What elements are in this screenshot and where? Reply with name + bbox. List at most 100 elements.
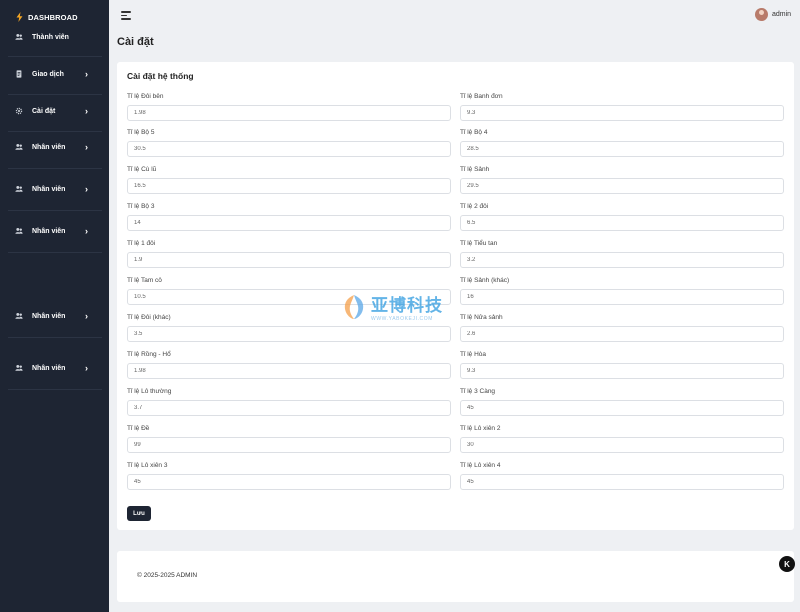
brand-label: DASHBROAD xyxy=(28,12,78,22)
user-menu[interactable]: admin xyxy=(755,8,791,21)
settings-card: Cài đặt hệ thống Tỉ lệ Đôi bên Tỉ lệ Ban… xyxy=(117,62,794,530)
users-icon xyxy=(15,364,23,372)
field-input[interactable] xyxy=(460,178,784,194)
field-input[interactable] xyxy=(127,437,451,453)
page-title: Cài đặt xyxy=(117,36,154,48)
field-label: Tỉ lệ Bộ 5 xyxy=(127,129,155,136)
chevron-right-icon: › xyxy=(85,183,88,194)
chevron-right-icon: › xyxy=(85,362,88,373)
card-title: Cài đặt hệ thống xyxy=(127,71,194,81)
footer: © 2025-2025 ADMIN xyxy=(117,551,794,602)
sidebar-item-staff[interactable]: Nhân viên › xyxy=(0,226,109,236)
brand[interactable]: DASHBROAD xyxy=(16,12,78,22)
sidebar-item-label: Thành viên xyxy=(32,33,69,41)
field-input[interactable] xyxy=(460,326,784,342)
sidebar-divider xyxy=(8,94,102,95)
field-input[interactable] xyxy=(127,141,451,157)
field-label: Tỉ lệ 3 Càng xyxy=(460,388,496,395)
field-input[interactable] xyxy=(460,141,784,157)
users-icon xyxy=(15,33,23,41)
field-input[interactable] xyxy=(460,252,784,268)
field-label: Tỉ lệ Lô xiên 4 xyxy=(460,462,501,469)
gear-icon xyxy=(15,107,23,115)
footer-copyright: © 2025-2025 ADMIN xyxy=(137,572,198,579)
topbar xyxy=(109,0,800,32)
sidebar-divider xyxy=(8,56,102,57)
field-label: Tỉ lệ Rồng - Hổ xyxy=(127,351,171,358)
sidebar-item-settings[interactable]: Cài đặt › xyxy=(0,106,109,116)
field-input[interactable] xyxy=(460,363,784,379)
sidebar-item-label: Nhân viên xyxy=(32,143,66,151)
users-icon xyxy=(15,312,23,320)
users-icon xyxy=(15,143,23,151)
field-label: Tỉ lệ Nửa sảnh xyxy=(460,314,503,321)
avatar xyxy=(755,8,768,21)
sidebar-item-label: Nhân viên xyxy=(32,312,66,320)
watermark-cn: 亚博科技 xyxy=(371,296,443,315)
sidebar-item-staff[interactable]: Nhân viên › xyxy=(0,311,109,321)
field-label: Tỉ lệ Đôi (khác) xyxy=(127,314,171,321)
field-label: Tỉ lệ Hòa xyxy=(460,351,487,358)
field-input[interactable] xyxy=(460,400,784,416)
sidebar-item-staff[interactable]: Nhân viên › xyxy=(0,363,109,373)
chevron-right-icon: › xyxy=(85,225,88,236)
field-label: Tỉ lệ Đôi bên xyxy=(127,93,164,100)
field-label: Tỉ lệ Bộ 4 xyxy=(460,129,488,136)
field-label: Tỉ lệ Banh đơn xyxy=(460,93,503,100)
sidebar-item-label: Nhân viên xyxy=(32,185,66,193)
field-input[interactable] xyxy=(127,474,451,490)
chevron-right-icon: › xyxy=(85,141,88,152)
sidebar-divider xyxy=(8,210,102,211)
chevron-right-icon: › xyxy=(85,105,88,116)
field-input[interactable] xyxy=(127,252,451,268)
sidebar-item-staff[interactable]: Nhân viên › xyxy=(0,142,109,152)
sidebar-divider xyxy=(8,389,102,390)
sidebar-divider xyxy=(8,252,102,253)
field-input[interactable] xyxy=(127,105,451,121)
field-label: Tỉ lệ Tiểu tan xyxy=(460,240,498,247)
save-button[interactable]: Lưu xyxy=(127,506,151,521)
watermark-logo-icon xyxy=(344,294,364,319)
field-label: Tỉ lệ 2 đôi xyxy=(460,203,489,210)
users-icon xyxy=(15,227,23,235)
field-label: Tỉ lệ Đề xyxy=(127,425,150,432)
field-label: Tỉ lệ Lô thường xyxy=(127,388,172,395)
field-label: Tỉ lệ Bộ 3 xyxy=(127,203,155,210)
field-input[interactable] xyxy=(460,437,784,453)
sidebar-divider xyxy=(8,168,102,169)
field-label: Tỉ lệ Sảnh (khác) xyxy=(460,277,510,284)
field-input[interactable] xyxy=(127,363,451,379)
field-label: Tỉ lệ Tam cô xyxy=(127,277,162,284)
chevron-right-icon: › xyxy=(85,68,88,79)
field-input[interactable] xyxy=(460,474,784,490)
field-input[interactable] xyxy=(127,326,451,342)
sidebar-item-label: Nhân viên xyxy=(32,227,66,235)
field-input[interactable] xyxy=(460,289,784,305)
watermark-logo: 亚博科技 WWW.YABOKEJI.COM xyxy=(343,291,443,322)
k-logo-icon[interactable]: K xyxy=(779,556,795,572)
user-name: admin xyxy=(772,11,792,18)
field-input[interactable] xyxy=(127,215,451,231)
sidebar-item-label: Nhân viên xyxy=(32,364,66,372)
menu-toggle-icon[interactable] xyxy=(121,11,131,20)
sidebar-divider xyxy=(8,131,102,132)
sidebar-item-label: Giao dịch xyxy=(32,70,64,78)
field-label: Tỉ lệ Lô xiên 2 xyxy=(460,425,501,432)
sidebar-item-members[interactable]: Thành viên xyxy=(0,32,109,42)
chevron-right-icon: › xyxy=(85,310,88,321)
field-label: Tỉ lệ Lô xiên 3 xyxy=(127,462,168,469)
sidebar-item-staff[interactable]: Nhân viên › xyxy=(0,184,109,194)
lightning-icon xyxy=(16,12,23,22)
sidebar: DASHBROAD Thành viên Giao dịch › Cài đặt… xyxy=(0,0,109,612)
sidebar-item-label: Cài đặt xyxy=(32,107,56,115)
field-input[interactable] xyxy=(127,400,451,416)
field-label: Tỉ lệ Cù lũ xyxy=(127,166,157,173)
receipt-icon xyxy=(15,70,23,78)
field-input[interactable] xyxy=(127,178,451,194)
users-icon xyxy=(15,185,23,193)
sidebar-item-transactions[interactable]: Giao dịch › xyxy=(0,69,109,79)
field-input[interactable] xyxy=(460,105,784,121)
field-input[interactable] xyxy=(460,215,784,231)
watermark-en: WWW.YABOKEJI.COM xyxy=(371,316,434,322)
sidebar-divider xyxy=(8,337,102,338)
